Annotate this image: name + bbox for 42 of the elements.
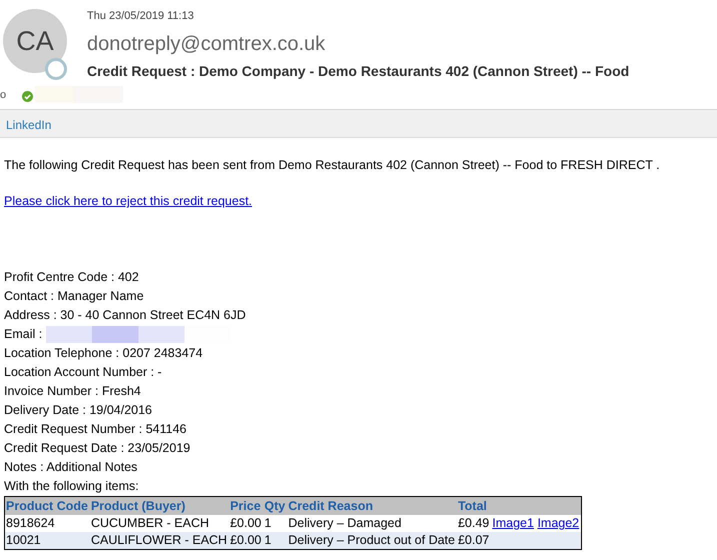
- detail-text: Credit Request Number : 541146: [4, 422, 187, 436]
- items-label: With the following items:: [4, 478, 140, 495]
- image-link[interactable]: Image2: [537, 516, 580, 530]
- sender-avatar: CA: [3, 9, 67, 73]
- table-cell: £0.49: [456, 515, 492, 532]
- detail-text: Invoice Number : Fresh4: [4, 384, 141, 398]
- detail-text: Credit Request Date : 23/05/2019: [4, 441, 190, 455]
- detail-text: Address : 30 - 40 Cannon Street EC4N 6JD: [4, 308, 246, 322]
- detail-text: Location Telephone : 0207 2483474: [4, 346, 203, 360]
- column-header: Product (Buyer): [90, 496, 230, 515]
- detail-text: Notes : Additional Notes: [4, 460, 138, 474]
- detail-text: Contact : Manager Name: [4, 289, 144, 303]
- column-header: Total: [456, 496, 492, 515]
- table-cell: Delivery – Damaged: [287, 515, 457, 532]
- table-cell: CAULIFLOWER - EACH: [90, 532, 230, 550]
- table-cell: 10021: [4, 532, 90, 550]
- to-label: o: [0, 88, 6, 103]
- sender-address: donotreply@comtrex.co.uk: [87, 32, 326, 57]
- table-cell: £0.07: [456, 532, 492, 550]
- table-cell: Delivery – Product out of Date: [287, 532, 457, 550]
- table-cell: CUCUMBER - EACH: [90, 515, 230, 532]
- table-cell: £0.00: [229, 515, 264, 532]
- column-header: Price: [229, 496, 264, 515]
- sent-date: Thu 23/05/2019 11:13: [87, 9, 194, 24]
- column-header: Credit Reason: [287, 496, 457, 515]
- column-header: Qty: [263, 496, 288, 515]
- detail-text: Location Account Number : -: [4, 365, 162, 379]
- table-cell: 8918624: [4, 515, 90, 532]
- reject-link[interactable]: Please click here to reject this credit request.: [4, 194, 252, 208]
- table-cell: £0.00: [229, 532, 264, 550]
- column-header: Product Code: [4, 496, 90, 515]
- presence-status-icon: [45, 58, 67, 80]
- linkedin-link[interactable]: LinkedIn: [6, 118, 52, 132]
- detail-text: Profit Centre Code : 402: [4, 270, 139, 284]
- table-cell: 1: [263, 515, 288, 532]
- intro-text: The following Credit Request has been sent from Demo Restaurants 402 (Cannon Street) -- Food to FRESH DIRECT .: [4, 157, 661, 174]
- table-cell: 1: [263, 532, 288, 550]
- check-icon: [22, 91, 33, 102]
- email-subject: Credit Request : Demo Company - Demo Restaurants 402 (Cannon Street) -- Food: [87, 62, 630, 81]
- detail-text: Delivery Date : 19/04/2016: [4, 403, 152, 417]
- detail-text: Email :: [4, 327, 42, 341]
- image-link[interactable]: Image1: [492, 516, 534, 530]
